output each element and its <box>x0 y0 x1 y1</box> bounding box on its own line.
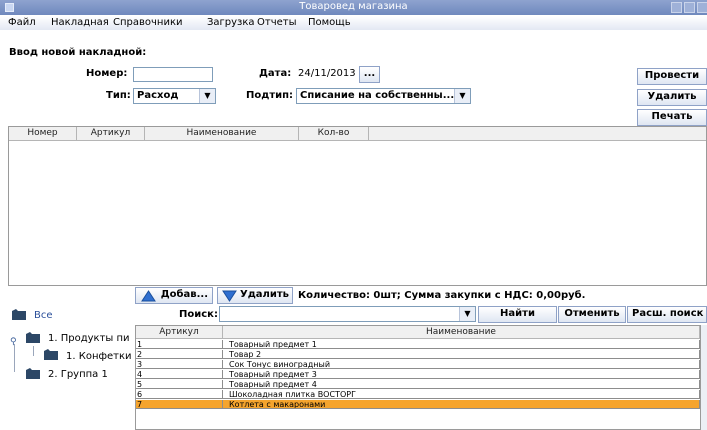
type-select[interactable]: Расход ▼ <box>133 88 216 104</box>
subtype-label: Подтип: <box>246 90 294 101</box>
add-button-label: Добав... <box>160 289 208 300</box>
menu-bar: Файл Накладная Справочники Загрузка Отче… <box>0 16 707 30</box>
col-name[interactable]: Наименование <box>223 326 700 339</box>
col-qty[interactable]: Кол-во <box>299 127 369 141</box>
goods-table-header: Артикул Наименование <box>136 326 700 339</box>
tree-node-products[interactable]: 1. Продукты пи <box>48 333 130 344</box>
close-icon[interactable] <box>697 2 707 13</box>
type-label: Тип: <box>106 90 131 101</box>
row-article: 2 <box>136 350 223 359</box>
remove-button[interactable]: Удалить <box>217 287 293 304</box>
menu-references[interactable]: Справочники <box>113 17 183 28</box>
arrow-down-icon <box>222 290 237 302</box>
row-name: Товар 2 <box>223 350 700 359</box>
table-row[interactable]: 5 Товарный предмет 4 <box>136 380 700 389</box>
scrollbar[interactable] <box>701 325 707 430</box>
number-field[interactable] <box>133 67 213 82</box>
col-number[interactable]: Номер <box>9 127 77 141</box>
row-article: 5 <box>136 380 223 389</box>
invoice-table-header: Номер Артикул Наименование Кол-во <box>9 127 706 141</box>
delete-button[interactable]: Удалить <box>637 89 707 106</box>
chevron-down-icon: ▼ <box>199 89 215 103</box>
maximize-icon[interactable] <box>684 2 695 13</box>
row-article: 3 <box>136 360 223 369</box>
folder-icon <box>44 349 58 360</box>
menu-upload[interactable]: Загрузка <box>207 17 255 28</box>
row-article: 6 <box>136 390 223 399</box>
search-label: Поиск: <box>179 309 218 320</box>
section-title: Ввод новой накладной: <box>9 47 147 58</box>
menu-file[interactable]: Файл <box>8 17 36 28</box>
tree-node-candies[interactable]: 1. Конфетки <box>66 351 132 362</box>
row-name: Товарный предмет 3 <box>223 370 700 379</box>
goods-table[interactable]: Артикул Наименование 1 Товарный предмет 1… <box>135 325 701 430</box>
subtype-value: Списание на собственны... <box>300 90 455 101</box>
row-article: 7 <box>136 400 223 409</box>
table-row[interactable]: 1 Товарный предмет 1 <box>136 340 700 349</box>
row-article: 4 <box>136 370 223 379</box>
table-row[interactable]: 3 Сок Тонус виноградный <box>136 360 700 369</box>
tree-node-group1[interactable]: 2. Группа 1 <box>48 369 108 380</box>
number-label: Номер: <box>86 68 128 79</box>
minimize-icon[interactable] <box>671 2 682 13</box>
menu-invoice[interactable]: Накладная <box>51 17 109 28</box>
title-bar: Товаровед магазина <box>0 0 707 15</box>
type-value: Расход <box>137 90 179 101</box>
row-name: Товарный предмет 1 <box>223 340 700 349</box>
chevron-down-icon: ▼ <box>459 307 475 321</box>
date-label: Дата: <box>259 68 292 79</box>
date-value[interactable]: 24/11/2013 <box>298 68 356 79</box>
category-tree[interactable]: Все ⚲ 1. Продукты пи 1. Конфетки 2. Груп… <box>8 304 134 430</box>
row-name: Сок Тонус виноградный <box>223 360 700 369</box>
print-button[interactable]: Печать <box>637 109 707 126</box>
row-name: Котлета с макаронами <box>223 400 700 409</box>
date-picker-button[interactable]: ... <box>359 66 380 83</box>
folder-icon <box>26 368 40 379</box>
tree-line <box>14 344 15 372</box>
window-title: Товаровед магазина <box>299 1 408 12</box>
table-row[interactable]: 7 Котлета с макаронами <box>136 400 700 409</box>
chevron-down-icon: ▼ <box>454 89 470 103</box>
summary-text: Количество: 0шт; Сумма закупки с НДС: 0,… <box>298 290 586 301</box>
folder-icon <box>26 332 40 343</box>
advanced-search-button[interactable]: Расш. поиск <box>627 306 707 323</box>
col-article[interactable]: Артикул <box>136 326 223 339</box>
find-button[interactable]: Найти <box>478 306 557 323</box>
search-input[interactable]: ▼ <box>219 306 476 322</box>
row-name: Шоколадная плитка ВОСТОРГ <box>223 390 700 399</box>
col-article[interactable]: Артикул <box>77 127 145 141</box>
table-row[interactable]: 2 Товар 2 <box>136 350 700 359</box>
subtype-select[interactable]: Списание на собственны... ▼ <box>296 88 471 104</box>
add-button[interactable]: Добав... <box>135 287 213 304</box>
remove-button-label: Удалить <box>240 289 289 300</box>
row-name: Товарный предмет 4 <box>223 380 700 389</box>
col-name[interactable]: Наименование <box>145 127 299 141</box>
cancel-button[interactable]: Отменить <box>558 306 626 323</box>
goods-rows: 1 Товарный предмет 1 2 Товар 2 3 Сок Тонус ви… <box>136 340 700 430</box>
post-button[interactable]: Провести <box>637 68 707 85</box>
table-row[interactable]: 6 Шоколадная плитка ВОСТОРГ <box>136 390 700 399</box>
arrow-up-icon <box>141 290 156 302</box>
menu-help[interactable]: Помощь <box>308 17 351 28</box>
folder-icon <box>12 309 26 320</box>
table-row[interactable]: 4 Товарный предмет 3 <box>136 370 700 379</box>
menu-reports[interactable]: Отчеты <box>257 17 296 28</box>
tree-node-all[interactable]: Все <box>34 310 53 321</box>
row-article: 1 <box>136 340 223 349</box>
tree-line <box>33 346 34 356</box>
invoice-table[interactable]: Номер Артикул Наименование Кол-во <box>8 126 707 286</box>
